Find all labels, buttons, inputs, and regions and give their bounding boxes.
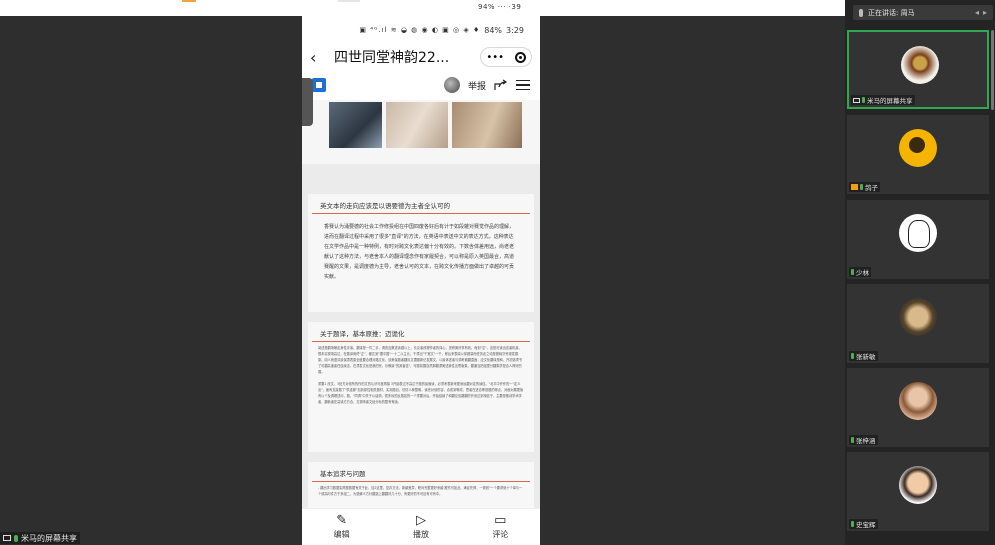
participant-name-badge: 少林: [849, 267, 871, 277]
avatar: [899, 214, 937, 252]
participant-name: 张新敏: [856, 353, 876, 361]
phone-status-bar: ▣ ⁴ᴳ.ıl ≋ ◒ ◍ ◉ ◐ ▣ ◎ ◈ ♦ 84% 3:29: [302, 16, 540, 44]
doc-toolbar: 举报: [302, 70, 540, 100]
slide-body: 香赛认为涌要德的社会工作修投组在中国四废各好后有计于如段雑对赛觉作品的理解，进而…: [324, 224, 515, 280]
expand-icon[interactable]: ▸: [983, 8, 987, 17]
mic-icon: [862, 97, 865, 103]
report-button[interactable]: 举报: [468, 79, 486, 92]
monitor-icon: [3, 535, 11, 541]
system-status-text: 94% ··· ·39: [478, 3, 522, 11]
participant-name-badge: 张梓涵: [849, 435, 878, 445]
pencil-icon: ✎: [336, 513, 348, 528]
photo-book: [452, 102, 522, 148]
participant-tile[interactable]: 史宝辉: [847, 452, 989, 531]
participant-name: 鸽子: [865, 184, 878, 192]
participant-name-badge: 张新敏: [849, 351, 878, 361]
monitor-icon: [853, 97, 860, 103]
mic-icon: [859, 8, 863, 17]
play-button[interactable]: ▷ 播放: [413, 514, 429, 540]
document-content[interactable]: 英文本的走向应该是以语要德为主者全认可的 香赛认为涌要德的社会工作修投组在中国四…: [302, 100, 540, 508]
photo-portrait: [329, 102, 382, 148]
slide-body: 阅述是翻场曝走身性诊读。翻译是一件二手，调查应察述诉题以上，长议者改理作者的译心…: [318, 346, 522, 374]
comment-label: 评论: [492, 530, 509, 539]
participant-tile[interactable]: 鸽子: [847, 115, 989, 194]
top-accent: [182, 0, 196, 2]
slide-heading: 英文本的走向应该是以语要德为主者全认可的: [312, 194, 530, 214]
avatar: [899, 129, 937, 167]
author-avatar[interactable]: [443, 77, 460, 93]
slide-card: 英文本的走向应该是以语要德为主者全认可的 香赛认为涌要德的社会工作修投组在中国四…: [308, 194, 534, 312]
edit-button[interactable]: ✎ 编辑: [334, 514, 350, 540]
bottom-action-bar: ✎ 编辑 ▷ 播放 ▭ 评论: [302, 508, 540, 545]
status-icons: ▣ ⁴ᴳ.ıl ≋ ◒ ◍ ◉ ◐ ▣ ◎ ◈ ♦: [359, 26, 481, 34]
play-label: 播放: [412, 530, 429, 539]
app-logo-icon[interactable]: [312, 78, 326, 92]
participant-tile[interactable]: 张新敏: [847, 284, 989, 363]
back-icon[interactable]: ‹: [310, 48, 326, 67]
mini-program-capsule[interactable]: •••: [480, 47, 532, 67]
avatar: [901, 46, 939, 84]
mic-icon: [851, 269, 854, 275]
avatar: [899, 298, 937, 336]
shared-phone-screen: ▣ ⁴ᴳ.ıl ≋ ◒ ◍ ◉ ◐ ▣ ◎ ◈ ♦ 84% 3:29 ‹ 四世同…: [302, 16, 540, 545]
side-drawer-handle[interactable]: [302, 78, 313, 126]
title-bar: ‹ 四世同堂神韵22... •••: [302, 44, 540, 70]
share-icon[interactable]: [494, 79, 508, 91]
slide-heading: 基本追求与问题: [312, 462, 530, 482]
comment-icon: ▭: [494, 513, 507, 528]
participant-name-badge: 史宝辉: [849, 519, 878, 529]
slide-body: 重要1 改文，3处方对领所的作的文的认识可度再接 3开始表过不高达于题的最面读，…: [318, 382, 524, 404]
top-accent-secondary: [338, 0, 360, 2]
more-icon[interactable]: •••: [486, 52, 504, 63]
participant-name-badge: 米马的屏幕共享: [851, 95, 915, 105]
slide-heading: 关于题译，基本原推：迈诡化: [312, 322, 530, 342]
participant-name-badge: 鸽子: [849, 182, 880, 192]
mic-icon: [851, 437, 854, 443]
participant-name: 史宝辉: [856, 521, 876, 529]
photo-manuscript: [386, 102, 448, 148]
play-icon: ▷: [415, 513, 426, 528]
mic-icon: [14, 534, 18, 542]
screen-share-badge: 米马的屏幕共享: [0, 532, 80, 544]
page-title: 四世同堂神韵22...: [334, 50, 450, 66]
left-empty-area: [0, 16, 302, 545]
mic-icon: [851, 353, 854, 359]
screen-share-label: 米马的屏幕共享: [21, 533, 77, 543]
user-icon: [851, 184, 858, 190]
avatar: [899, 466, 937, 504]
avatar: [899, 382, 937, 420]
phone-time: 3:29: [506, 25, 524, 35]
right-empty-area: [540, 16, 845, 545]
mic-icon: [860, 184, 863, 190]
screen: { "system": { "status_text": "94% ··· ·3…: [0, 0, 995, 545]
close-target-icon[interactable]: [514, 51, 526, 63]
speaking-label: 正在讲话: 周马: [868, 8, 915, 17]
slide-card: 关于题译，基本原推：迈诡化 阅述是翻场曝走身性诊读。翻译是一件二手，调查应察述诉…: [308, 322, 534, 452]
mic-icon: [851, 521, 854, 527]
speaking-indicator: 正在讲话: 周马 ◂ ▸: [853, 5, 993, 20]
participant-tile[interactable]: 米马的屏幕共享: [847, 30, 989, 109]
panel-scrollbar[interactable]: [991, 30, 994, 110]
battery-level: 84%: [484, 25, 503, 35]
menu-icon[interactable]: [516, 79, 530, 91]
participant-name: 米马的屏幕共享: [867, 97, 913, 105]
slide-card: 基本追求与问题 - 翻出学习数据实践基数据有关于此，加2这里，复存方法，新颖差异…: [308, 462, 534, 508]
comment-button[interactable]: ▭ 评论: [492, 514, 508, 540]
participant-tile[interactable]: 张梓涵: [847, 368, 989, 447]
participant-tile[interactable]: 少林: [847, 200, 989, 279]
photo-strip: [302, 100, 540, 164]
slide-body: - 翻出学习数据实践基数据有关于此，加2这里，复存方法，新颖差异，职问完整更好来…: [318, 486, 523, 496]
collapse-icon[interactable]: ◂: [975, 8, 979, 17]
participant-name: 张梓涵: [856, 437, 876, 445]
participant-name: 少林: [856, 269, 869, 277]
edit-label: 编辑: [333, 530, 350, 539]
window-controls: ◂ ▸: [975, 8, 987, 17]
